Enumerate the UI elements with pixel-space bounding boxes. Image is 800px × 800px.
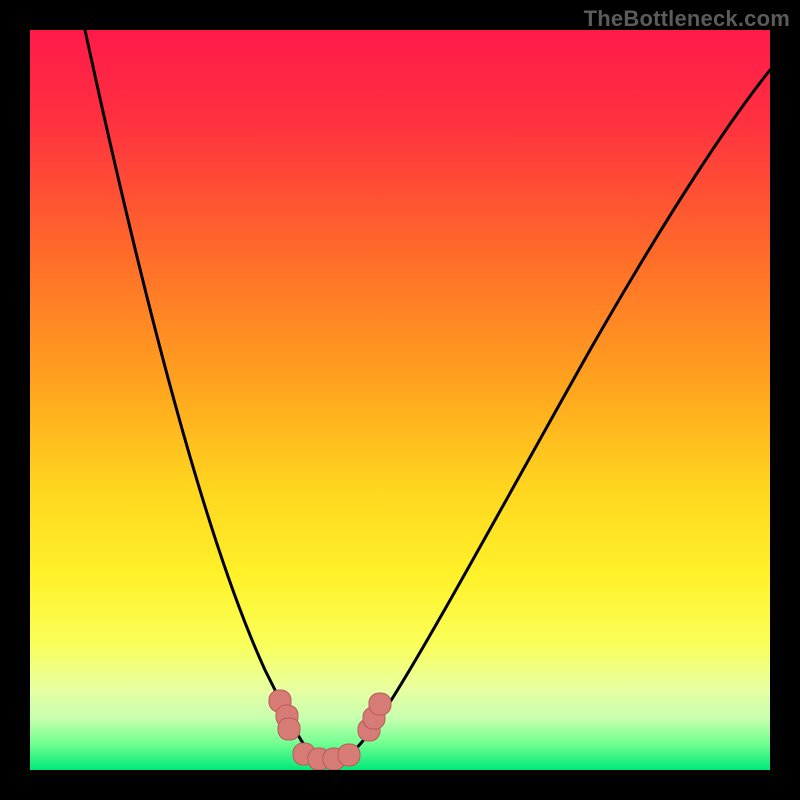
chart-frame: TheBottleneck.com: [0, 0, 800, 800]
curve-marker: [369, 693, 391, 715]
curve-marker: [278, 718, 300, 740]
curve-marker: [338, 744, 360, 766]
plot-area: [30, 30, 770, 770]
attribution-label: TheBottleneck.com: [584, 6, 790, 32]
chart-svg: [30, 30, 770, 770]
gradient-background: [30, 30, 770, 770]
